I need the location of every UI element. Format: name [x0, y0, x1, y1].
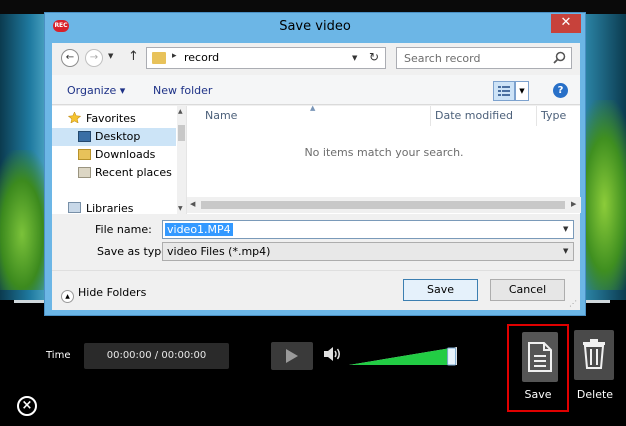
- search-input[interactable]: Search record: [396, 47, 572, 69]
- volume-icon[interactable]: [323, 346, 343, 362]
- save-as-type-dropdown-icon[interactable]: ▼: [563, 247, 568, 255]
- change-view-button[interactable]: [493, 81, 515, 101]
- play-button[interactable]: [271, 342, 313, 370]
- up-folder-button[interactable]: ↑: [128, 49, 139, 64]
- file-name-value[interactable]: video1.MP4: [165, 223, 233, 236]
- bottom-divider: [52, 270, 580, 271]
- save-control-highlight[interactable]: Save: [507, 324, 569, 412]
- delete-button[interactable]: [574, 330, 614, 380]
- hide-folders-label: Hide Folders: [78, 286, 147, 299]
- dialog-titlebar[interactable]: REC Save video ✕: [45, 13, 585, 43]
- address-bar[interactable]: ▸ record ▼ ↻: [146, 47, 386, 69]
- trash-icon: [583, 339, 605, 369]
- dialog-cancel-button[interactable]: Cancel: [490, 279, 565, 301]
- nav-desktop[interactable]: Desktop: [52, 128, 176, 146]
- save-as-type-value: video Files (*.mp4): [167, 245, 271, 258]
- nav-libraries[interactable]: Libraries: [52, 200, 176, 214]
- address-dropdown-icon[interactable]: ▼: [352, 54, 357, 62]
- file-name-field[interactable]: video1.MP4 ▼: [162, 220, 574, 239]
- column-type[interactable]: Type: [536, 106, 581, 126]
- delete-label: Delete: [576, 388, 614, 401]
- dialog-close-button[interactable]: ✕: [551, 14, 581, 33]
- nav-libraries-label: Libraries: [86, 202, 134, 214]
- file-list: ▲ Name Date modified Type No items match…: [186, 104, 581, 214]
- downloads-folder-icon: [78, 149, 91, 160]
- document-icon: [528, 342, 552, 372]
- empty-message: No items match your search.: [304, 146, 464, 159]
- nav-scroll-thumb[interactable]: [178, 125, 185, 141]
- nav-downloads-label: Downloads: [95, 148, 156, 161]
- file-name-label: File name:: [95, 223, 152, 236]
- dialog-title: Save video: [279, 19, 351, 34]
- chevron-up-icon: ▲: [61, 290, 74, 303]
- save-button[interactable]: [522, 332, 558, 382]
- view-options-dropdown-icon[interactable]: ▼: [515, 81, 529, 101]
- hide-folders-button[interactable]: ▲ Hide Folders: [61, 286, 146, 303]
- dialog-body: ← → ▼ ↑ ▸ record ▼ ↻ Search record Organ…: [52, 43, 581, 310]
- desktop-icon: [78, 131, 91, 142]
- refresh-icon[interactable]: ↻: [369, 50, 379, 64]
- details-view-icon: [498, 86, 510, 96]
- favorites-star-icon: [68, 112, 81, 123]
- nav-favorites-label: Favorites: [86, 112, 136, 125]
- dialog-toolbar: Organize ▾ New folder ▼ ?: [52, 75, 580, 105]
- file-list-hscrollbar[interactable]: ◀ ▶: [187, 197, 581, 213]
- new-folder-button[interactable]: New folder: [153, 84, 212, 97]
- column-name[interactable]: Name: [205, 106, 429, 126]
- close-player-button[interactable]: ×: [17, 396, 37, 416]
- volume-knob: [447, 347, 457, 366]
- forward-button[interactable]: →: [85, 49, 103, 67]
- navigation-pane: Favorites Desktop Downloads Recent place…: [52, 106, 186, 214]
- nav-scrollbar[interactable]: ▲ ▼: [177, 106, 186, 214]
- nav-downloads[interactable]: Downloads: [52, 146, 176, 164]
- organize-menu[interactable]: Organize ▾: [67, 84, 125, 97]
- save-as-type-label: Save as type:: [97, 245, 172, 258]
- recent-places-icon: [78, 167, 91, 178]
- help-icon[interactable]: ?: [553, 83, 568, 98]
- folder-icon: [152, 52, 166, 64]
- dialog-save-button[interactable]: Save: [403, 279, 478, 301]
- hscroll-thumb[interactable]: [201, 201, 565, 209]
- back-button[interactable]: ←: [61, 49, 79, 67]
- recent-locations-dropdown[interactable]: ▼: [108, 52, 113, 60]
- volume-fill: [349, 347, 452, 365]
- breadcrumb-separator-icon[interactable]: ▸: [172, 51, 177, 61]
- nav-desktop-label: Desktop: [95, 130, 141, 143]
- nav-recent-places[interactable]: Recent places: [52, 164, 176, 182]
- save-label: Save: [524, 388, 552, 401]
- scroll-up-icon[interactable]: ▲: [178, 108, 183, 115]
- breadcrumb-record[interactable]: record: [184, 51, 219, 64]
- scroll-down-icon[interactable]: ▼: [178, 205, 183, 212]
- save-as-type-select[interactable]: video Files (*.mp4) ▼: [162, 242, 574, 261]
- nav-recent-places-label: Recent places: [95, 166, 172, 179]
- time-display: 00:00:00 / 00:00:00: [84, 343, 229, 369]
- volume-slider[interactable]: [347, 345, 462, 367]
- search-placeholder: Search record: [404, 52, 481, 65]
- save-video-dialog: REC Save video ✕ ← → ▼ ↑ ▸ record ▼ ↻ Se…: [44, 12, 586, 316]
- scroll-left-icon[interactable]: ◀: [190, 200, 195, 208]
- scroll-right-icon[interactable]: ▶: [571, 200, 576, 208]
- column-date-modified[interactable]: Date modified: [430, 106, 535, 126]
- libraries-icon: [68, 202, 81, 213]
- resize-grip-icon[interactable]: ⋰: [569, 299, 577, 308]
- time-label: Time: [46, 350, 71, 361]
- search-icon[interactable]: [553, 51, 566, 64]
- file-name-dropdown-icon[interactable]: ▼: [563, 225, 568, 233]
- play-icon: [286, 349, 298, 363]
- nav-favorites[interactable]: Favorites: [52, 110, 176, 128]
